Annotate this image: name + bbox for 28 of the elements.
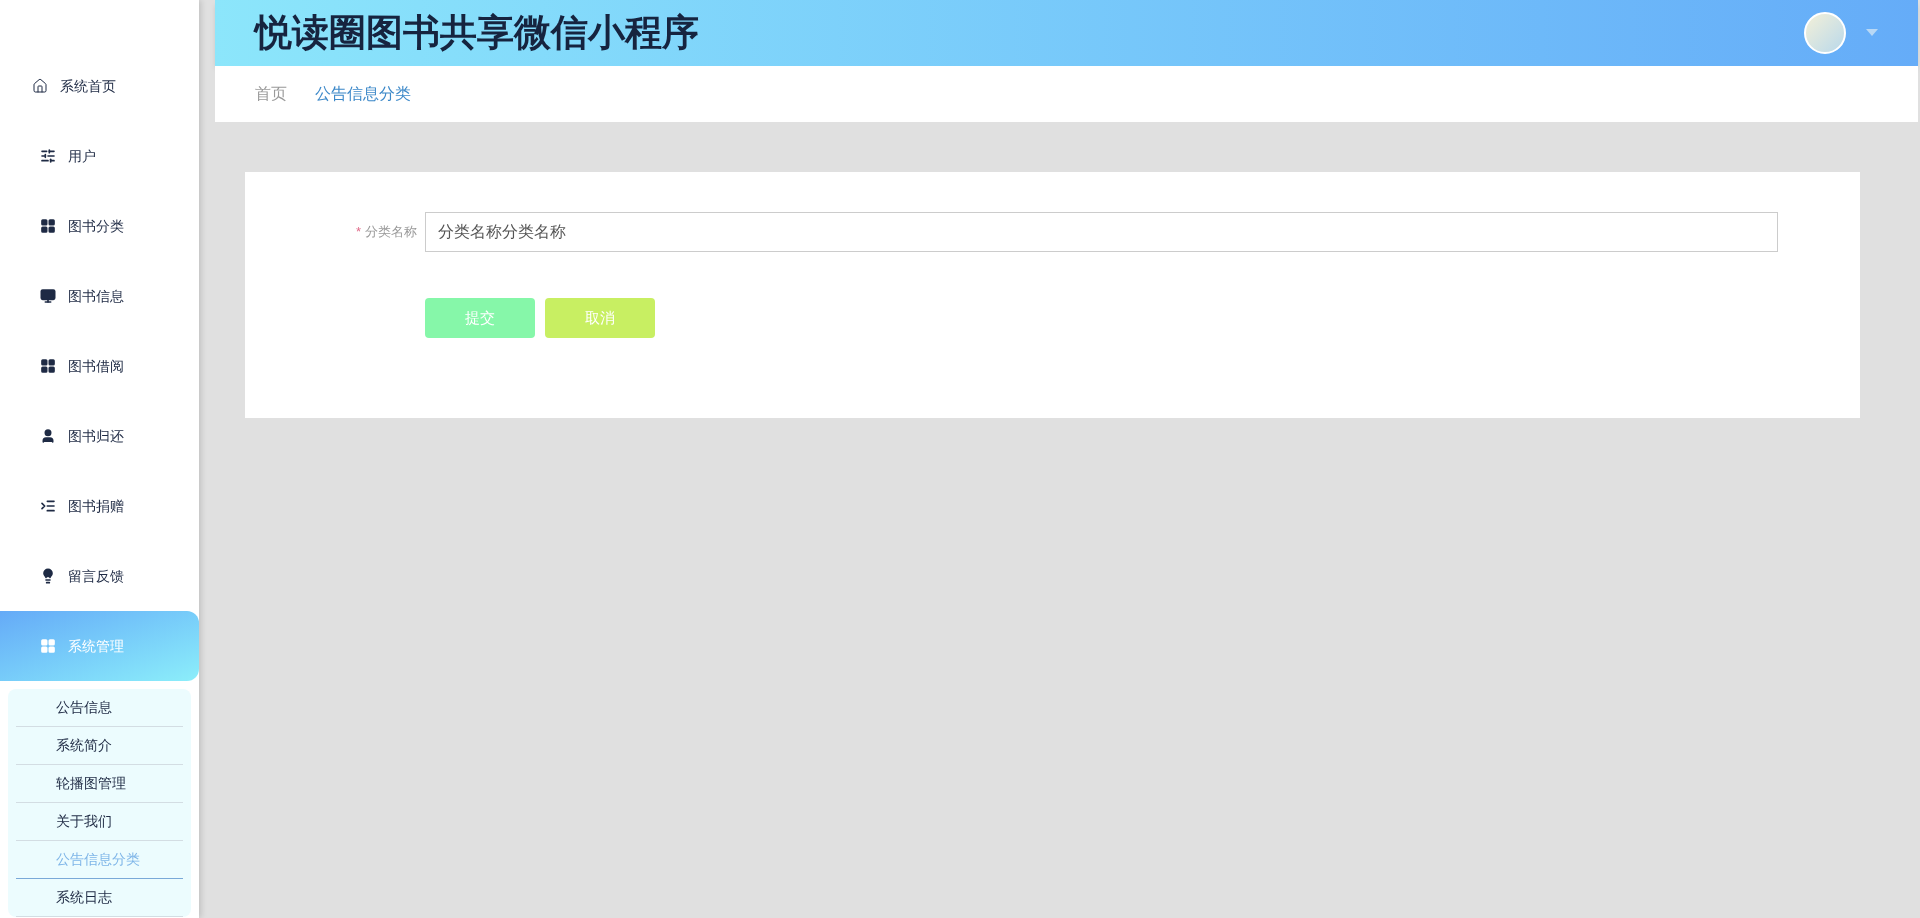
submenu-item[interactable]: 轮播图管理: [16, 765, 183, 803]
submenu-item[interactable]: 系统日志: [16, 879, 183, 917]
lightbulb-icon: [40, 568, 56, 584]
user-icon: [40, 428, 56, 444]
sidebar-item[interactable]: 图书归还: [0, 401, 199, 471]
submenu-item[interactable]: 公告信息: [16, 689, 183, 727]
app-title: 悦读圈图书共享微信小程序: [255, 11, 699, 56]
submenu-item[interactable]: 系统简介: [16, 727, 183, 765]
avatar[interactable]: [1804, 12, 1846, 54]
sidebar-item[interactable]: 系统首页: [0, 51, 199, 121]
submenu-item[interactable]: 关于我们: [16, 803, 183, 841]
sidebar-item[interactable]: 用户: [0, 121, 199, 191]
monitor-icon: [40, 288, 56, 304]
input-field[interactable]: 分类名称分类名称: [425, 212, 1778, 252]
sidebar-item[interactable]: 图书捐赠: [0, 471, 199, 541]
home-icon: [32, 78, 48, 94]
grid-icon: [40, 638, 56, 654]
grid-icon: [40, 358, 56, 374]
sidebar-item[interactable]: 图书信息: [0, 261, 199, 331]
sidebar-item[interactable]: 图书借阅: [0, 331, 199, 401]
caret-icon[interactable]: [1866, 29, 1878, 37]
sliders-icon: [40, 148, 56, 164]
grid-icon: [40, 218, 56, 234]
sidebar-item[interactable]: 留言反馈: [0, 541, 199, 611]
list-icon: [40, 498, 56, 514]
field-label: * 分类名称: [355, 223, 417, 242]
sidebar-item[interactable]: 图书分类: [0, 191, 199, 261]
breadcrumb-link[interactable]: 公告信息分类: [315, 82, 411, 106]
